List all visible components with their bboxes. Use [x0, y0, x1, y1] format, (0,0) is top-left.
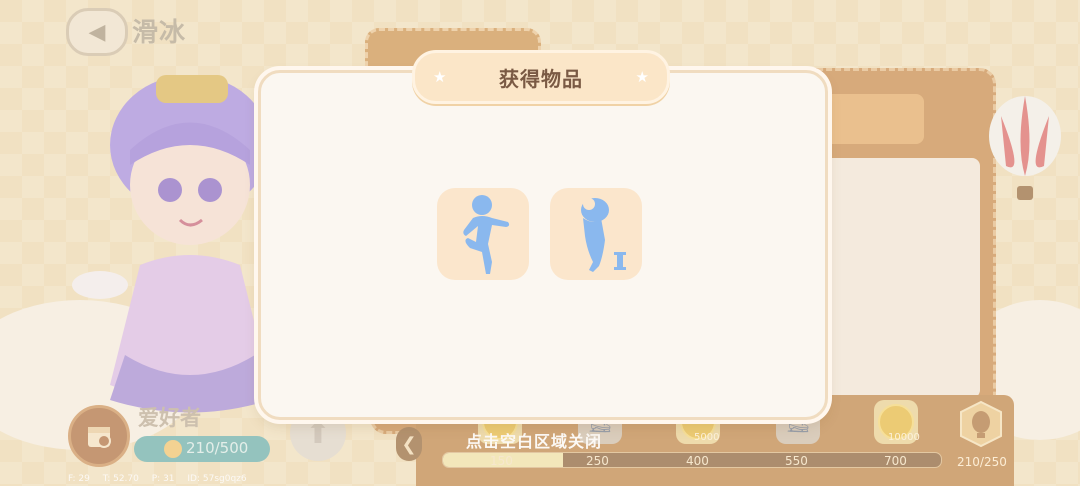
star-icon: ★ — [433, 68, 447, 86]
spin-pose-icon — [581, 198, 626, 272]
obtained-item-tile[interactable] — [437, 188, 529, 280]
dialog-title: 获得物品 — [499, 66, 583, 91]
star-icon: ★ — [635, 68, 649, 86]
obtained-item-tile[interactable] — [550, 188, 642, 280]
obtained-items-dialog — [258, 70, 828, 420]
skating-pose-icon — [463, 195, 510, 274]
dialog-header: ★ 获得物品 ★ — [412, 50, 670, 104]
